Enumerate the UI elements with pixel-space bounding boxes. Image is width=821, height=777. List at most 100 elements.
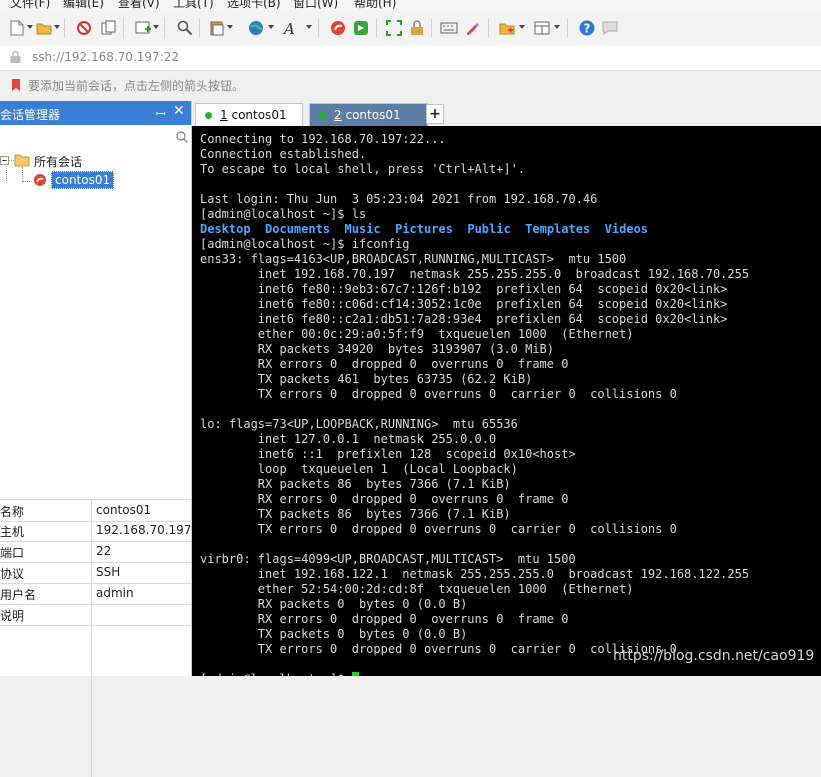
property-row: 主机 192.168.70.197 — [0, 520, 191, 542]
menu-file[interactable]: 文件(F) — [10, 0, 50, 10]
terminal-line: [admin@localhost ~]$ ifconfig — [200, 237, 410, 251]
property-row: 端口 22 — [0, 541, 191, 563]
find-icon[interactable] — [176, 19, 194, 37]
terminal-line: Desktop Documents Music Pictures Public … — [200, 222, 648, 236]
terminal-line: lo: flags=73<UP,LOOPBACK,RUNNING> mtu 65… — [200, 417, 518, 431]
tab-bar: 1 contos01 2 contos01 + — [192, 101, 821, 127]
panel-title: 会话管理器 — [0, 108, 61, 122]
toolbar-divider — [318, 19, 319, 37]
directory-name: Videos — [604, 222, 648, 236]
search-icon[interactable] — [176, 131, 189, 146]
open-folder-icon[interactable] — [35, 19, 53, 37]
session-manager-panel: 会话管理器 ꟷ ✕ 所有会话 contos01 名称 contos01 主机 1… — [0, 101, 192, 777]
tab-session-1[interactable]: 1 contos01 — [195, 103, 303, 127]
font-icon[interactable]: A — [283, 19, 301, 37]
terminal-line: inet6 fe80::c06d:cf14:3052:1c0e prefixle… — [200, 297, 728, 311]
menu-window[interactable]: 窗口(W) — [293, 0, 338, 10]
keyboard-icon[interactable] — [440, 19, 458, 37]
property-key: 协议 — [0, 567, 25, 581]
terminal-line: Connection established. — [200, 147, 367, 161]
chevron-down-icon[interactable] — [519, 25, 525, 29]
tile-icon[interactable] — [533, 19, 551, 37]
tree-item-session[interactable]: contos01 — [51, 171, 115, 189]
add-tab-button[interactable]: + — [426, 104, 444, 124]
toolbar-divider — [431, 19, 432, 37]
chevron-down-icon[interactable] — [153, 25, 159, 29]
help-icon[interactable]: ? — [578, 19, 596, 37]
close-icon[interactable]: ✕ — [173, 103, 185, 119]
chevron-down-icon[interactable] — [227, 25, 233, 29]
lock-icon[interactable] — [408, 19, 426, 37]
globe-icon[interactable] — [247, 19, 265, 37]
pin-icon[interactable]: ꟷ — [156, 105, 166, 122]
terminal-line: RX packets 86 bytes 7366 (7.1 KiB) — [200, 477, 511, 491]
terminal-cursor — [351, 672, 359, 676]
terminal-line: RX packets 0 bytes 0 (0.0 B) — [200, 597, 468, 611]
tab-number: 2 — [334, 108, 342, 122]
layout-icon[interactable] — [498, 19, 516, 37]
property-key: 说明 — [0, 609, 25, 623]
toolbar-divider — [567, 19, 568, 37]
address-bar[interactable]: ssh://192.168.70.197:22 — [0, 46, 821, 71]
panel-header: 会话管理器 ꟷ ✕ — [0, 101, 191, 125]
directory-name: Pictures — [395, 222, 453, 236]
menu-tools[interactable]: 工具(T) — [173, 0, 214, 10]
toolbar-divider — [199, 19, 200, 37]
chevron-down-icon[interactable] — [54, 25, 60, 29]
property-key: 用户名 — [0, 588, 37, 602]
tree-root-all-sessions[interactable]: 所有会话 — [34, 153, 82, 170]
address-text[interactable]: ssh://192.168.70.197:22 — [32, 50, 179, 64]
svg-text:A: A — [283, 20, 295, 36]
connected-status-icon — [205, 112, 212, 119]
toolbar-divider — [64, 19, 65, 37]
disconnect-icon[interactable] — [75, 19, 93, 37]
terminal-line: inet 192.168.122.1 netmask 255.255.255.0… — [200, 567, 750, 581]
tab-session-2[interactable]: 2 contos01 — [309, 103, 428, 127]
terminal-line: To escape to local shell, press 'Ctrl+Al… — [200, 162, 526, 176]
terminal-line: Connecting to 192.168.70.197:22... — [200, 132, 446, 146]
bookmark-arrow-icon[interactable] — [10, 78, 22, 95]
menu-tabs[interactable]: 选项卡(B) — [227, 0, 281, 10]
terminal-line: TX packets 0 bytes 0 (0.0 B) — [200, 627, 468, 641]
tab-number: 1 — [220, 108, 228, 122]
terminal-line: inet 192.168.70.197 netmask 255.255.255.… — [200, 267, 750, 281]
terminal-line: [admin@localhost ~]$ — [200, 672, 359, 676]
terminal-line: virbr0: flags=4099<UP,BROADCAST,MULTICAS… — [200, 552, 576, 566]
xftp-icon[interactable] — [352, 19, 370, 37]
folder-icon — [14, 153, 30, 170]
chevron-down-icon[interactable] — [268, 25, 274, 29]
paste-icon[interactable] — [208, 19, 226, 37]
fullscreen-icon[interactable] — [385, 19, 403, 37]
terminal-area[interactable]: Connecting to 192.168.70.197:22... Connec… — [192, 126, 821, 676]
terminal-line: inet 127.0.0.1 netmask 255.0.0.0 — [200, 432, 497, 446]
chevron-down-icon[interactable] — [554, 25, 560, 29]
menu-edit[interactable]: 编辑(E) — [63, 0, 104, 10]
chat-icon[interactable] — [601, 19, 619, 37]
new-session-icon[interactable] — [8, 19, 26, 37]
property-row: 用户名 admin — [0, 583, 191, 605]
property-key: 主机 — [0, 525, 25, 539]
watermark-text: https://blog.csdn.net/cao919 — [613, 648, 815, 664]
terminal-line: inet6 ::1 prefixlen 128 scopeid 0x10<hos… — [200, 447, 576, 461]
terminal-line: inet6 fe80::9eb3:67c7:126f:b192 prefixle… — [200, 282, 728, 296]
terminal-line: RX packets 34920 bytes 3193907 (3.0 MiB) — [200, 342, 555, 356]
toolbar: A ? — [0, 10, 821, 47]
copy-icon[interactable] — [100, 19, 118, 37]
terminal-line: TX errors 0 dropped 0 overruns 0 carrier… — [200, 522, 677, 536]
terminal-line: inet6 fe80::c2a1:db51:7a28:93e4 prefixle… — [200, 312, 728, 326]
chevron-down-icon[interactable] — [306, 25, 312, 29]
directory-name: Public — [467, 222, 511, 236]
terminal-line: TX packets 461 bytes 63735 (62.2 KiB) — [200, 372, 533, 386]
xshell-logo-icon[interactable] — [329, 19, 347, 37]
menu-view[interactable]: 查看(V) — [118, 0, 160, 10]
tree-toggle[interactable] — [0, 155, 10, 169]
new-tab-icon[interactable] — [134, 19, 152, 37]
terminal-line: ether 52:54:00:2d:cd:8f txqueuelen 1000 … — [200, 582, 634, 596]
property-value: admin — [96, 586, 134, 600]
terminal-line: TX packets 86 bytes 7366 (7.1 KiB) — [200, 507, 511, 521]
chevron-down-icon[interactable] — [27, 25, 33, 29]
highlight-icon[interactable] — [463, 19, 481, 37]
property-value: 192.168.70.197 — [96, 523, 192, 537]
directory-name: Templates — [525, 222, 591, 236]
menu-help[interactable]: 帮助(H) — [354, 0, 396, 10]
